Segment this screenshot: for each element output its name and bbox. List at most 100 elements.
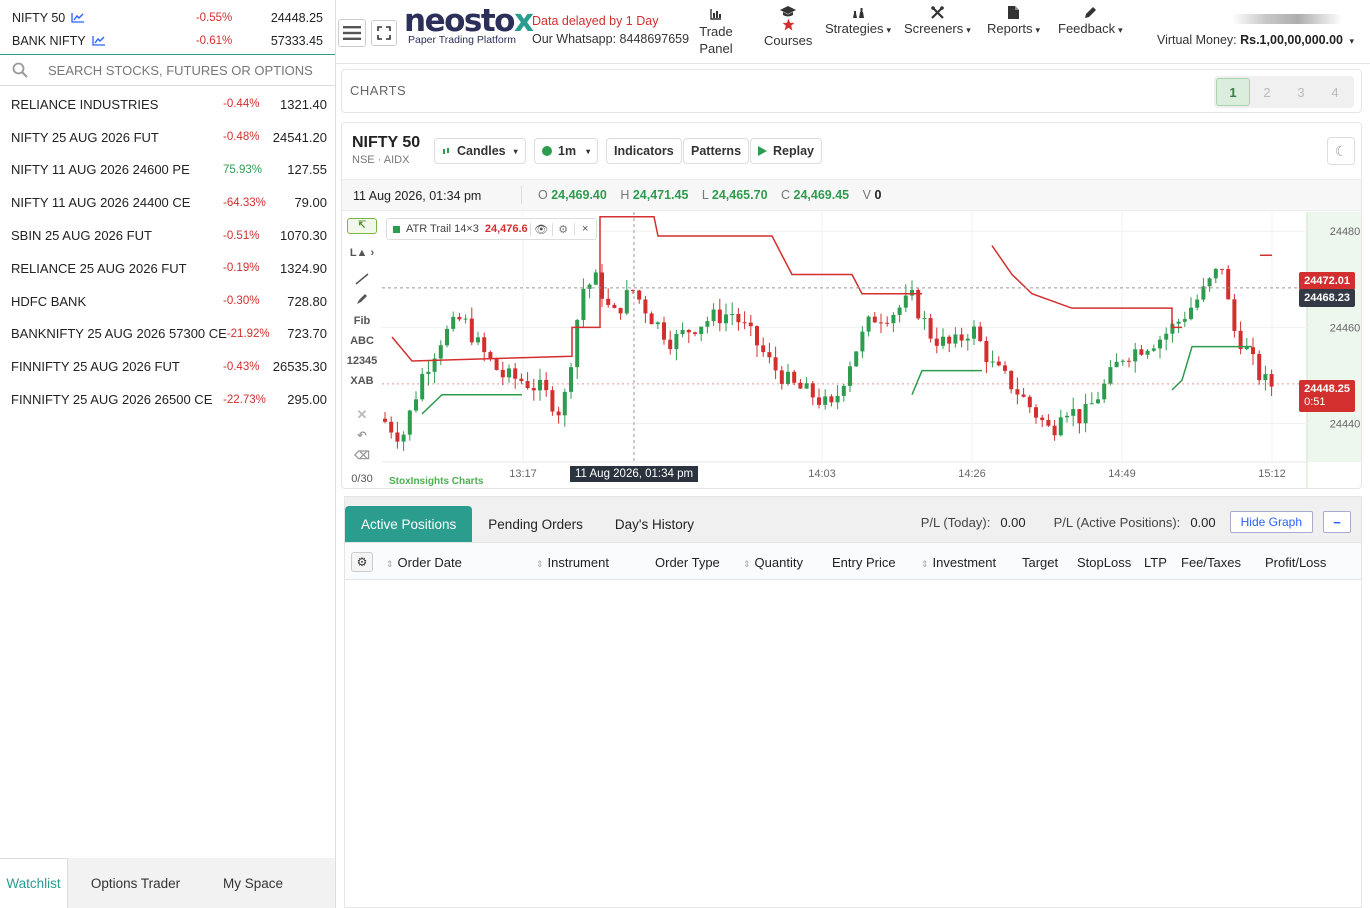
shapes-tool[interactable]: L▲ ›: [342, 247, 382, 259]
undo-button[interactable]: ↶: [342, 429, 382, 442]
menu-button[interactable]: [338, 19, 366, 47]
list-item[interactable]: NIFTY 11 AUG 2026 24600 PE 75.93% 127.55: [0, 154, 335, 187]
column-profit-loss[interactable]: Profit/Loss: [1265, 555, 1326, 570]
tab-days-history[interactable]: Day's History: [599, 506, 710, 542]
brand-logo[interactable]: neostox Paper Trading Platform: [404, 6, 534, 47]
candle-body: [507, 368, 511, 378]
indicator-name: ATR Trail 14×3: [406, 223, 479, 235]
chart-type-dropdown[interactable]: Candles ▾: [434, 138, 526, 164]
theme-toggle-button[interactable]: ☾: [1327, 137, 1355, 165]
nav-trade-panel[interactable]: Trade Panel: [698, 5, 734, 56]
list-item[interactable]: RELIANCE 25 AUG 2026 FUT -0.19% 1324.90: [0, 252, 335, 285]
candle-body: [519, 378, 524, 382]
table-settings-button[interactable]: ⚙: [351, 552, 373, 572]
x-tick-label: 13:17: [509, 468, 537, 480]
instrument-name: NIFTY 25 AUG 2026 FUT: [11, 129, 159, 145]
low-label: L: [701, 188, 709, 202]
user-name-blurred[interactable]: [1232, 14, 1342, 24]
nav-reports[interactable]: Reports ▾: [987, 6, 1040, 36]
abc-tool[interactable]: ABC: [342, 335, 382, 347]
fullscreen-button[interactable]: [371, 20, 397, 46]
column-order-type[interactable]: Order Type: [655, 555, 720, 570]
interval-dropdown[interactable]: 1m ▾: [534, 138, 599, 164]
nav-strategies[interactable]: Strategies ▾: [825, 6, 891, 36]
chart-icon[interactable]: [71, 12, 85, 23]
symbol-info: NIFTY 50 NSE · AIDX: [352, 134, 420, 166]
line-tool[interactable]: [342, 273, 382, 288]
indicator-legend[interactable]: ATR Trail 14×3 24,476.6 👁 ⚙ ×: [386, 218, 597, 240]
brush-tool[interactable]: [342, 293, 382, 308]
layout-button-3[interactable]: 3: [1284, 78, 1318, 106]
column-instrument[interactable]: ⇕ Instrument: [536, 555, 609, 570]
list-item[interactable]: BANKNIFTY 25 AUG 2026 57300 CE -21.92% 723…: [0, 318, 335, 351]
column-investment[interactable]: ⇕ Investment: [921, 555, 996, 570]
erase-button[interactable]: ⌫: [342, 449, 382, 462]
undo-icon: ↶: [357, 430, 367, 442]
layout-button-1[interactable]: 1: [1216, 78, 1250, 106]
nav-screeners[interactable]: Screeners ▾: [904, 6, 971, 36]
patterns-button[interactable]: Patterns: [683, 138, 750, 164]
tab-active-positions[interactable]: Active Positions: [345, 506, 473, 542]
tab-options-trader[interactable]: Options Trader: [68, 858, 203, 908]
low-value: 24,465.70: [711, 188, 768, 202]
layout-button-2[interactable]: 2: [1250, 78, 1284, 106]
nav-courses[interactable]: Courses: [764, 6, 812, 48]
chart-icon[interactable]: [91, 35, 106, 46]
hide-graph-button[interactable]: Hide Graph: [1229, 511, 1313, 533]
instrument-change: 75.93%: [223, 163, 263, 176]
search-input[interactable]: [48, 62, 318, 78]
column-quantity[interactable]: ⇕ Quantity: [743, 555, 803, 570]
index-row-banknifty[interactable]: BANK NIFTY -0.61% 57333.45: [0, 29, 335, 52]
ohlc-values: O 24,469.40 H 24,471.45 L 24,465.70 C 24…: [538, 188, 881, 202]
tab-watchlist[interactable]: Watchlist: [0, 858, 68, 908]
chart-grid: [382, 212, 1361, 488]
index-ticker: NIFTY 50 -0.55% 24448.25 BANK NIFTY -0.6…: [0, 6, 335, 52]
instrument-ltp: 1324.90: [280, 260, 327, 276]
list-item[interactable]: SBIN 25 AUG 2026 FUT -0.51% 1070.30: [0, 219, 335, 252]
column-stoploss[interactable]: StopLoss: [1077, 555, 1131, 570]
list-item[interactable]: FINNIFTY 25 AUG 2026 FUT -0.43% 26535.30: [0, 350, 335, 383]
index-row-nifty50[interactable]: NIFTY 50 -0.55% 24448.25: [0, 6, 335, 29]
collapse-button[interactable]: −: [1323, 511, 1351, 533]
list-item[interactable]: FINNIFTY 25 AUG 2026 26500 CE -22.73% 295.…: [0, 383, 335, 416]
tools-icon: [931, 6, 944, 19]
candle-body: [748, 322, 753, 327]
column-entry-price[interactable]: Entry Price: [832, 555, 896, 570]
virtual-money[interactable]: Virtual Money: Rs.1,00,00,000.00 ▾: [1157, 33, 1354, 47]
close-icon[interactable]: ×: [573, 223, 596, 235]
list-item[interactable]: NIFTY 11 AUG 2026 24400 CE -64.33% 79.00: [0, 186, 335, 219]
price-chart[interactable]: 24480 24460 24440 13:17 14:03 14:26 14:49 15:12: [382, 212, 1362, 489]
sort-icon: ⇕: [743, 559, 751, 569]
column-label: Target: [1022, 555, 1059, 570]
instrument-name: NIFTY 11 AUG 2026 24400 CE: [11, 195, 191, 211]
candle-body: [1108, 367, 1113, 384]
collapse-toolbar-button[interactable]: ↸: [342, 218, 382, 234]
column-fee-taxes[interactable]: Fee/Taxes: [1181, 555, 1241, 570]
list-item[interactable]: NIFTY 25 AUG 2026 FUT -0.48% 24541.20: [0, 121, 335, 154]
tab-my-space[interactable]: My Space: [203, 858, 303, 908]
indicator-value: 24,476.6: [484, 223, 528, 235]
tab-pending-orders[interactable]: Pending Orders: [472, 506, 599, 542]
index-value: 57333.45: [270, 33, 323, 48]
column-order-date[interactable]: ⇕ Order Date: [386, 555, 462, 570]
chart-layout-selector: 1 2 3 4: [1214, 76, 1354, 108]
fib-tool[interactable]: Fib: [342, 315, 382, 327]
settings-icon[interactable]: ⚙: [551, 222, 574, 236]
indicators-button[interactable]: Indicators: [606, 138, 682, 164]
replay-button[interactable]: Replay: [750, 138, 822, 164]
nav-feedback[interactable]: Feedback ▾: [1058, 6, 1123, 36]
list-item[interactable]: HDFC BANK -0.30% 728.80: [0, 285, 335, 318]
instrument-ltp: 127.55: [287, 162, 327, 178]
candle-body: [829, 396, 834, 403]
eye-icon[interactable]: 👁: [529, 222, 552, 236]
trail-price-pill: 24472.01: [1299, 272, 1355, 290]
elliott-wave-tool[interactable]: 12345: [342, 355, 382, 367]
column-target[interactable]: Target: [1022, 555, 1058, 570]
list-item[interactable]: RELIANCE INDUSTRIES -0.44% 1321.40: [0, 88, 335, 121]
layout-button-4[interactable]: 4: [1318, 78, 1352, 106]
clear-drawings-button[interactable]: ✕: [342, 407, 382, 423]
xab-pattern-tool[interactable]: XAB: [342, 375, 382, 387]
candle-body: [978, 326, 983, 342]
column-ltp[interactable]: LTP: [1144, 555, 1167, 570]
symbol-name[interactable]: NIFTY 50: [352, 134, 420, 152]
